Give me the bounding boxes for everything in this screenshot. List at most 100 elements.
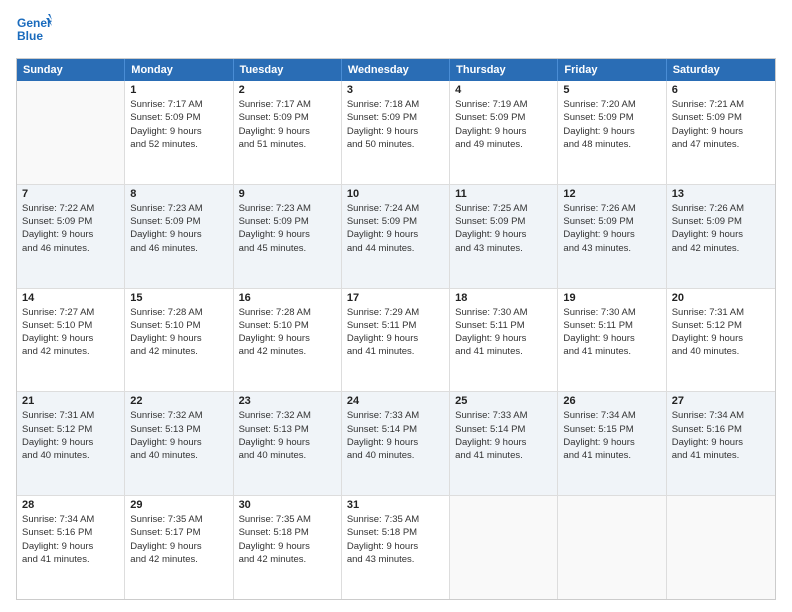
day-number: 2: [239, 84, 336, 96]
day-info: Sunrise: 7:34 AM Sunset: 5:16 PM Dayligh…: [22, 513, 119, 566]
calendar-cell-21: 21Sunrise: 7:31 AM Sunset: 5:12 PM Dayli…: [17, 392, 125, 495]
header-day-monday: Monday: [125, 59, 233, 81]
day-number: 26: [563, 395, 660, 407]
calendar-cell-29: 29 Sunrise: 7:35 AM Sunset: 5:17 PM Dayli…: [125, 496, 233, 599]
calendar-cell-18: 18 Sunrise: 7:30 AM Sunset: 5:11 PM Dayli…: [450, 289, 558, 392]
day-info: Sunrise: 7:18 AM Sunset: 5:09 PM Dayligh…: [347, 98, 444, 151]
day-number: 28: [22, 499, 119, 511]
calendar-cell-6: 6Sunrise: 7:21 AM Sunset: 5:09 PM Daylig…: [667, 81, 775, 184]
logo: General Blue: [16, 12, 52, 48]
day-info: Sunrise: 7:35 AM Sunset: 5:17 PM Dayligh…: [130, 513, 227, 566]
day-info: Sunrise: 7:20 AM Sunset: 5:09 PM Dayligh…: [563, 98, 660, 151]
calendar-cell-empty-4: [450, 496, 558, 599]
day-info: Sunrise: 7:32 AM Sunset: 5:13 PM Dayligh…: [130, 409, 227, 462]
calendar-week-3: 14Sunrise: 7:27 AM Sunset: 5:10 PM Dayli…: [17, 289, 775, 393]
day-number: 18: [455, 292, 552, 304]
calendar-cell-14: 14Sunrise: 7:27 AM Sunset: 5:10 PM Dayli…: [17, 289, 125, 392]
calendar-cell-13: 13 Sunrise: 7:26 AM Sunset: 5:09 PM Dayli…: [667, 185, 775, 288]
day-number: 4: [455, 84, 552, 96]
calendar-cell-10: 10Sunrise: 7:24 AM Sunset: 5:09 PM Dayli…: [342, 185, 450, 288]
day-info: Sunrise: 7:30 AM Sunset: 5:11 PM Dayligh…: [455, 306, 552, 359]
calendar-cell-20: 20Sunrise: 7:31 AM Sunset: 5:12 PM Dayli…: [667, 289, 775, 392]
calendar-cell-19: 19 Sunrise: 7:30 AM Sunset: 5:11 PM Dayli…: [558, 289, 666, 392]
calendar-week-1: 1Sunrise: 7:17 AM Sunset: 5:09 PM Daylig…: [17, 81, 775, 185]
calendar-cell-11: 11 Sunrise: 7:25 AM Sunset: 5:09 PM Dayli…: [450, 185, 558, 288]
calendar-cell-30: 30Sunrise: 7:35 AM Sunset: 5:18 PM Dayli…: [234, 496, 342, 599]
calendar-cell-3: 3 Sunrise: 7:18 AM Sunset: 5:09 PM Daylig…: [342, 81, 450, 184]
day-number: 3: [347, 84, 444, 96]
day-number: 31: [347, 499, 444, 511]
day-number: 13: [672, 188, 770, 200]
day-number: 11: [455, 188, 552, 200]
day-info: Sunrise: 7:25 AM Sunset: 5:09 PM Dayligh…: [455, 202, 552, 255]
day-number: 22: [130, 395, 227, 407]
day-info: Sunrise: 7:23 AM Sunset: 5:09 PM Dayligh…: [130, 202, 227, 255]
day-info: Sunrise: 7:28 AM Sunset: 5:10 PM Dayligh…: [130, 306, 227, 359]
calendar: SundayMondayTuesdayWednesdayThursdayFrid…: [16, 58, 776, 600]
calendar-week-5: 28 Sunrise: 7:34 AM Sunset: 5:16 PM Dayli…: [17, 496, 775, 599]
calendar-cell-2: 2 Sunrise: 7:17 AM Sunset: 5:09 PM Daylig…: [234, 81, 342, 184]
calendar-cell-empty-0: [17, 81, 125, 184]
day-info: Sunrise: 7:33 AM Sunset: 5:14 PM Dayligh…: [347, 409, 444, 462]
header: General Blue: [16, 12, 776, 48]
calendar-cell-16: 16 Sunrise: 7:28 AM Sunset: 5:10 PM Dayli…: [234, 289, 342, 392]
calendar-cell-17: 17 Sunrise: 7:29 AM Sunset: 5:11 PM Dayli…: [342, 289, 450, 392]
day-info: Sunrise: 7:31 AM Sunset: 5:12 PM Dayligh…: [672, 306, 770, 359]
day-number: 29: [130, 499, 227, 511]
calendar-cell-31: 31 Sunrise: 7:35 AM Sunset: 5:18 PM Dayli…: [342, 496, 450, 599]
day-info: Sunrise: 7:31 AM Sunset: 5:12 PM Dayligh…: [22, 409, 119, 462]
day-info: Sunrise: 7:23 AM Sunset: 5:09 PM Dayligh…: [239, 202, 336, 255]
calendar-cell-27: 27 Sunrise: 7:34 AM Sunset: 5:16 PM Dayli…: [667, 392, 775, 495]
calendar-cell-12: 12 Sunrise: 7:26 AM Sunset: 5:09 PM Dayli…: [558, 185, 666, 288]
day-info: Sunrise: 7:34 AM Sunset: 5:16 PM Dayligh…: [672, 409, 770, 462]
calendar-cell-24: 24 Sunrise: 7:33 AM Sunset: 5:14 PM Dayli…: [342, 392, 450, 495]
day-info: Sunrise: 7:22 AM Sunset: 5:09 PM Dayligh…: [22, 202, 119, 255]
header-day-friday: Friday: [558, 59, 666, 81]
calendar-body: 1Sunrise: 7:17 AM Sunset: 5:09 PM Daylig…: [17, 81, 775, 599]
day-number: 27: [672, 395, 770, 407]
calendar-week-4: 21Sunrise: 7:31 AM Sunset: 5:12 PM Dayli…: [17, 392, 775, 496]
day-number: 7: [22, 188, 119, 200]
day-number: 30: [239, 499, 336, 511]
day-info: Sunrise: 7:26 AM Sunset: 5:09 PM Dayligh…: [672, 202, 770, 255]
day-info: Sunrise: 7:26 AM Sunset: 5:09 PM Dayligh…: [563, 202, 660, 255]
day-number: 24: [347, 395, 444, 407]
calendar-header: SundayMondayTuesdayWednesdayThursdayFrid…: [17, 59, 775, 81]
day-number: 23: [239, 395, 336, 407]
calendar-cell-1: 1Sunrise: 7:17 AM Sunset: 5:09 PM Daylig…: [125, 81, 233, 184]
day-number: 8: [130, 188, 227, 200]
day-number: 16: [239, 292, 336, 304]
day-number: 15: [130, 292, 227, 304]
header-day-saturday: Saturday: [667, 59, 775, 81]
calendar-cell-28: 28 Sunrise: 7:34 AM Sunset: 5:16 PM Dayli…: [17, 496, 125, 599]
day-info: Sunrise: 7:19 AM Sunset: 5:09 PM Dayligh…: [455, 98, 552, 151]
header-day-thursday: Thursday: [450, 59, 558, 81]
calendar-cell-9: 9 Sunrise: 7:23 AM Sunset: 5:09 PM Daylig…: [234, 185, 342, 288]
calendar-cell-5: 5Sunrise: 7:20 AM Sunset: 5:09 PM Daylig…: [558, 81, 666, 184]
day-number: 10: [347, 188, 444, 200]
day-info: Sunrise: 7:28 AM Sunset: 5:10 PM Dayligh…: [239, 306, 336, 359]
day-info: Sunrise: 7:34 AM Sunset: 5:15 PM Dayligh…: [563, 409, 660, 462]
day-number: 19: [563, 292, 660, 304]
day-info: Sunrise: 7:35 AM Sunset: 5:18 PM Dayligh…: [347, 513, 444, 566]
calendar-cell-22: 22 Sunrise: 7:32 AM Sunset: 5:13 PM Dayli…: [125, 392, 233, 495]
calendar-cell-empty-6: [667, 496, 775, 599]
logo-svg: General Blue: [16, 12, 52, 48]
day-info: Sunrise: 7:30 AM Sunset: 5:11 PM Dayligh…: [563, 306, 660, 359]
header-day-wednesday: Wednesday: [342, 59, 450, 81]
page: General Blue SundayMondayTuesdayWednesda…: [0, 0, 792, 612]
calendar-week-2: 7 Sunrise: 7:22 AM Sunset: 5:09 PM Daylig…: [17, 185, 775, 289]
calendar-cell-25: 25Sunrise: 7:33 AM Sunset: 5:14 PM Dayli…: [450, 392, 558, 495]
calendar-cell-15: 15 Sunrise: 7:28 AM Sunset: 5:10 PM Dayli…: [125, 289, 233, 392]
day-info: Sunrise: 7:21 AM Sunset: 5:09 PM Dayligh…: [672, 98, 770, 151]
calendar-cell-empty-5: [558, 496, 666, 599]
header-day-tuesday: Tuesday: [234, 59, 342, 81]
day-number: 9: [239, 188, 336, 200]
day-info: Sunrise: 7:17 AM Sunset: 5:09 PM Dayligh…: [239, 98, 336, 151]
day-number: 17: [347, 292, 444, 304]
day-info: Sunrise: 7:17 AM Sunset: 5:09 PM Dayligh…: [130, 98, 227, 151]
svg-text:Blue: Blue: [17, 29, 43, 43]
day-info: Sunrise: 7:29 AM Sunset: 5:11 PM Dayligh…: [347, 306, 444, 359]
day-info: Sunrise: 7:33 AM Sunset: 5:14 PM Dayligh…: [455, 409, 552, 462]
day-number: 12: [563, 188, 660, 200]
